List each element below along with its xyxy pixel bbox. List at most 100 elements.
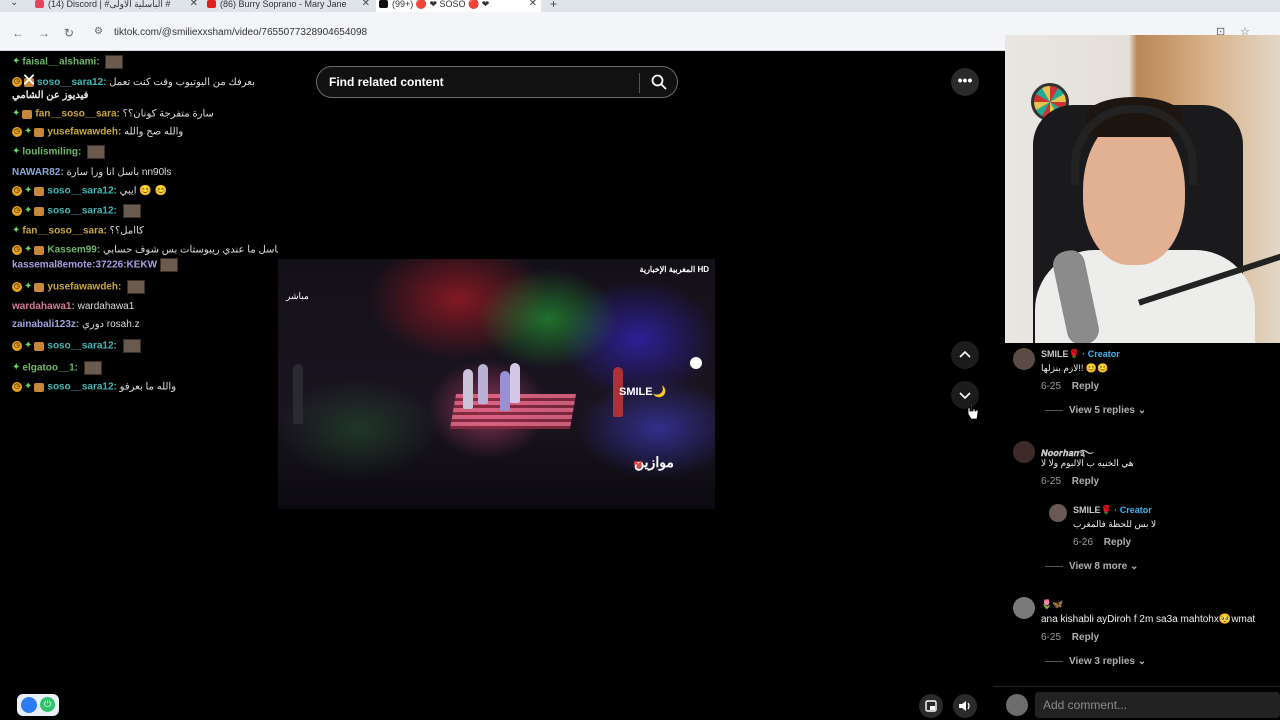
performer-figure xyxy=(478,364,488,404)
smile-watermark: SMILE🌙 xyxy=(619,386,667,398)
back-icon[interactable]: ← xyxy=(12,26,24,40)
mawazine-logo: موازين xyxy=(634,454,674,470)
chat-username[interactable]: Kassem99: xyxy=(47,245,100,256)
reply-button[interactable]: Reply xyxy=(1104,537,1131,548)
close-tab-icon[interactable]: ✕ xyxy=(529,0,537,9)
chat-message: NAWAR82: باسل انا ورا سارة nn90ls xyxy=(12,167,171,179)
verified-badge-icon: ✦ xyxy=(24,340,33,351)
comment-author[interactable]: SMILE🌹 · Creator xyxy=(1073,505,1152,516)
chat-emote xyxy=(122,339,141,353)
performer-figure xyxy=(510,363,520,403)
hand-cursor-icon xyxy=(967,401,979,420)
chat-username[interactable]: fan__soso__sara: xyxy=(22,226,107,237)
view-more-replies-button[interactable]: View 8 more ⌄ xyxy=(1045,561,1138,572)
tab-title: (14) Discord | #الباسلية الأولى # xyxy=(48,0,171,9)
chat-username[interactable]: loulismiling: xyxy=(22,147,81,158)
chat-emote xyxy=(122,204,141,218)
chat-message: فيديوز عن الشامي xyxy=(12,90,88,102)
close-chat-icon[interactable]: ✕ xyxy=(21,71,37,89)
verified-badge-icon: ✦ xyxy=(12,362,21,373)
divider-dash xyxy=(1045,565,1063,567)
chat-username[interactable]: soso__sara12: xyxy=(47,206,117,217)
reload-icon[interactable]: ↻ xyxy=(64,26,74,40)
commenter-avatar[interactable] xyxy=(1013,348,1035,370)
chat-message: ◷ soso__sara12: بعرفك من اليوتيوب وقت كنت… xyxy=(12,77,255,89)
gift-badge-icon xyxy=(34,382,45,392)
creator-badge: · Creator xyxy=(1082,349,1120,359)
pip-button[interactable] xyxy=(919,694,943,718)
add-comment-input[interactable]: Add comment... xyxy=(1035,692,1280,718)
chat-text: wardahawa1 xyxy=(77,301,135,312)
chat-username[interactable]: NAWAR82: xyxy=(12,167,64,178)
reply-button[interactable]: Reply xyxy=(1072,632,1099,643)
browser-tab-strip: ⌄ (14) Discord | #الباسلية الأولى # ✕ (8… xyxy=(0,0,1280,12)
chat-text: باسل انا ورا سارة nn90ls xyxy=(66,167,172,178)
chat-username[interactable]: zainabali123z: xyxy=(12,319,79,330)
chat-emote xyxy=(127,280,146,294)
chevron-down-icon: ⌄ xyxy=(1137,405,1147,416)
new-tab-button[interactable]: + xyxy=(550,0,557,11)
gift-badge-icon xyxy=(34,282,45,292)
chat-widget-toggle[interactable]: ⏻ xyxy=(17,694,59,716)
volume-button[interactable] xyxy=(953,694,977,718)
chat-text: كاامل؟؟ xyxy=(109,225,144,237)
chat-text: باسل ما عندي ريبوستات بس شوف حسابي xyxy=(102,244,281,256)
browser-tab-youtube[interactable]: (86) Burry Soprano - Mary Jane ✕ xyxy=(204,0,374,12)
subscriber-badge-icon: ◷ xyxy=(12,245,22,255)
chat-username[interactable]: soso__sara12: xyxy=(37,77,107,88)
chat-username[interactable]: soso__sara12: xyxy=(47,382,117,393)
chat-message: kassemal8emote:37226:KEKW xyxy=(12,258,179,272)
commenter-avatar[interactable] xyxy=(1013,597,1035,619)
author-name: 🌷🦋 xyxy=(1041,599,1064,609)
chat-emote xyxy=(83,361,102,375)
close-tab-icon[interactable]: ✕ xyxy=(362,0,370,9)
verified-badge-icon: ✦ xyxy=(12,146,21,157)
verified-badge-icon: ✦ xyxy=(12,225,21,236)
view-replies-button[interactable]: View 3 replies ⌄ xyxy=(1045,656,1146,667)
comment-meta: 6-26 Reply xyxy=(1073,537,1131,548)
chat-username[interactable]: faisal__alshami: xyxy=(22,57,99,68)
comment-author[interactable]: SMILE🌹 · Creator xyxy=(1041,349,1120,360)
chat-username[interactable]: yusefawawdeh: xyxy=(47,127,121,138)
commenter-avatar[interactable] xyxy=(1013,441,1035,463)
comment-author[interactable]: 🌷🦋 xyxy=(1041,599,1063,610)
search-icon[interactable] xyxy=(651,74,667,90)
performer-figure xyxy=(500,371,510,411)
reply-button[interactable]: Reply xyxy=(1072,476,1099,487)
divider-dash xyxy=(1045,409,1063,411)
site-info-icon[interactable]: ⚙ xyxy=(94,26,103,37)
url-field[interactable]: tiktok.com/@smiliexxsham/video/765507732… xyxy=(114,27,367,38)
gift-badge-icon xyxy=(34,186,45,196)
browser-tab-tiktok[interactable]: (99+) 🔴 ❤ SOSO 🔴 ❤ ✕ xyxy=(376,0,541,12)
reply-button[interactable]: Reply xyxy=(1072,381,1099,392)
more-options-button[interactable]: ••• xyxy=(951,68,979,96)
forward-icon[interactable]: → xyxy=(38,26,50,40)
chat-message: wardahawa1: wardahawa1 xyxy=(12,301,134,313)
chat-message: ✦ faisal__alshami: xyxy=(12,55,124,69)
view-replies-button[interactable]: View 5 replies ⌄ xyxy=(1045,405,1146,416)
chat-text: دوري rosah.z xyxy=(82,319,140,330)
view-replies-label: View 3 replies xyxy=(1069,656,1135,667)
chat-username[interactable]: soso__sara12: xyxy=(47,186,117,197)
chat-message: ✦ loulismiling: xyxy=(12,145,106,159)
subscriber-badge-icon: ◷ xyxy=(12,206,22,216)
tab-search-chevron-icon[interactable]: ⌄ xyxy=(10,0,18,8)
comment-date: 6-25 xyxy=(1041,632,1062,643)
chat-username[interactable]: elgatoo__1: xyxy=(22,363,78,374)
author-name: SMILE🌹 xyxy=(1073,505,1112,515)
chat-username[interactable]: wardahawa1: xyxy=(12,301,75,312)
chat-username[interactable]: fan__soso__sara: xyxy=(35,109,120,120)
browser-tab-discord[interactable]: (14) Discord | #الباسلية الأولى # ✕ xyxy=(32,0,202,12)
gift-badge-icon xyxy=(34,245,45,255)
close-tab-icon[interactable]: ✕ xyxy=(190,0,198,9)
previous-video-button[interactable] xyxy=(951,341,979,369)
search-input[interactable]: Find related content xyxy=(329,75,444,89)
video-player[interactable]: مباشر المغربية الإخبارية HD SMILE🌙 ♥ موا… xyxy=(278,259,715,509)
chat-username[interactable]: yusefawawdeh: xyxy=(47,282,121,293)
chat-username[interactable]: soso__sara12: xyxy=(47,341,117,352)
tiktok-tab-icon xyxy=(379,0,388,8)
search-bar[interactable]: Find related content xyxy=(316,66,678,98)
subscriber-badge-icon: ◷ xyxy=(12,186,22,196)
commenter-avatar[interactable] xyxy=(1049,504,1067,522)
channel-logo: المغربية الإخبارية HD xyxy=(639,265,709,274)
